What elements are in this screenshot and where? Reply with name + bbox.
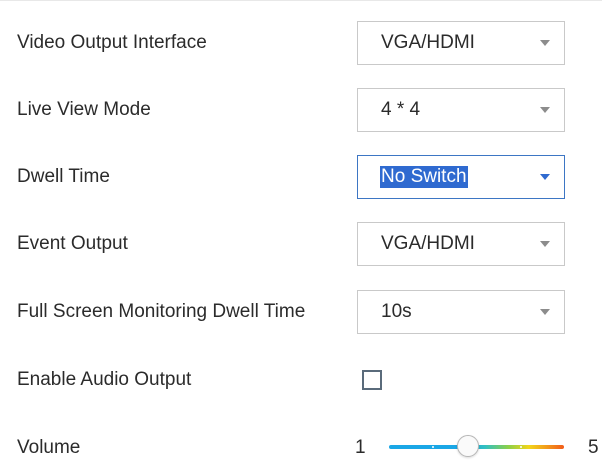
chevron-down-icon: [540, 107, 550, 113]
live-view-mode-select[interactable]: 4 * 4: [357, 88, 565, 132]
event-output-label: Event Output: [17, 233, 128, 254]
event-output-value: VGA/HDMI: [381, 233, 475, 254]
video-output-interface-row: Video Output Interface VGA/HDMI: [0, 21, 602, 65]
chevron-down-icon: [540, 241, 550, 247]
enable-audio-output-label: Enable Audio Output: [17, 369, 192, 390]
dwell-time-value: No Switch: [380, 166, 468, 188]
volume-slider[interactable]: [389, 435, 564, 457]
volume-slider-tick: [520, 446, 522, 448]
video-output-interface-label: Video Output Interface: [17, 32, 207, 53]
video-output-interface-select[interactable]: VGA/HDMI: [357, 21, 565, 65]
live-view-mode-value: 4 * 4: [381, 99, 421, 120]
event-output-row: Event Output VGA/HDMI: [0, 222, 602, 266]
full-screen-dwell-time-row: Full Screen Monitoring Dwell Time 10s: [0, 290, 602, 334]
dwell-time-select[interactable]: No Switch: [357, 155, 565, 199]
volume-min-label: 1: [355, 437, 366, 458]
live-view-mode-label: Live View Mode: [17, 99, 151, 120]
full-screen-dwell-time-value: 10s: [381, 301, 412, 322]
dwell-time-label: Dwell Time: [17, 166, 110, 187]
display-settings-panel: Video Output Interface VGA/HDMI Live Vie…: [0, 0, 602, 473]
live-view-mode-row: Live View Mode 4 * 4: [0, 88, 602, 132]
volume-max-label: 5: [588, 437, 599, 458]
full-screen-dwell-time-label: Full Screen Monitoring Dwell Time: [17, 301, 306, 322]
volume-slider-thumb[interactable]: [456, 435, 479, 457]
video-output-interface-value: VGA/HDMI: [381, 32, 475, 53]
volume-slider-tick: [432, 446, 434, 448]
dwell-time-row: Dwell Time No Switch: [0, 155, 602, 199]
event-output-select[interactable]: VGA/HDMI: [357, 222, 565, 266]
enable-audio-output-checkbox[interactable]: [362, 370, 382, 390]
chevron-down-icon: [540, 309, 550, 315]
full-screen-dwell-time-select[interactable]: 10s: [357, 290, 565, 334]
chevron-down-icon: [540, 174, 550, 180]
volume-label: Volume: [17, 437, 81, 458]
chevron-down-icon: [540, 40, 550, 46]
